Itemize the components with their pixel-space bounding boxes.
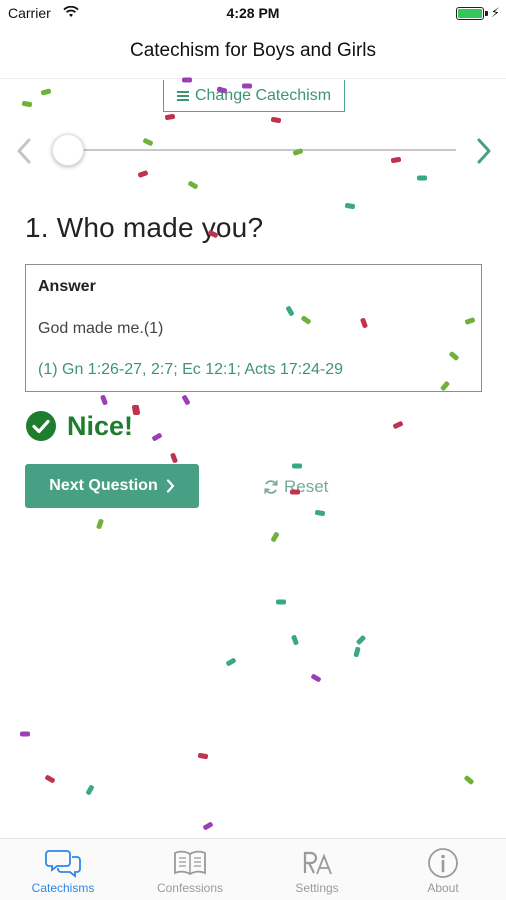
reset-label: Reset xyxy=(284,477,329,496)
confetti-piece xyxy=(292,463,302,469)
confetti-piece xyxy=(353,646,361,658)
confetti-piece xyxy=(393,421,403,429)
confetti-piece xyxy=(344,202,356,210)
confetti-piece xyxy=(152,433,162,441)
chat-bubbles-icon xyxy=(45,850,81,878)
battery-icon xyxy=(456,7,484,20)
confetti-piece xyxy=(20,731,30,737)
confetti-overlay xyxy=(20,77,475,830)
confetti-piece xyxy=(356,635,366,645)
confetti-piece xyxy=(188,181,198,189)
question-slider-track[interactable] xyxy=(68,149,456,151)
nav-divider xyxy=(0,78,506,79)
next-question-button[interactable]: Next Question xyxy=(25,464,199,508)
answer-heading: Answer xyxy=(38,278,96,295)
text-size-icon xyxy=(303,851,332,875)
confetti-piece xyxy=(226,658,236,666)
tab-settings-label: Settings xyxy=(295,881,339,895)
tab-catechisms-label: Catechisms xyxy=(31,881,95,895)
success-feedback: Nice! xyxy=(25,410,133,442)
page-title: Catechism for Boys and Girls xyxy=(129,40,377,61)
confetti-piece xyxy=(197,752,209,760)
confetti-piece xyxy=(40,88,52,96)
tab-confessions[interactable]: Confessions xyxy=(127,845,253,895)
next-question-chevron-icon[interactable] xyxy=(474,137,494,165)
scripture-references: (1) Gn 1:26-27, 2:7; Ec 12:1; Acts 17:24… xyxy=(38,361,344,378)
info-icon xyxy=(428,848,458,878)
confetti-piece xyxy=(417,175,427,181)
change-catechism-button[interactable]: Change Catechism xyxy=(163,80,345,112)
confetti-piece xyxy=(21,100,33,108)
confetti-piece xyxy=(100,395,108,405)
previous-question-chevron-icon[interactable] xyxy=(14,137,34,165)
chevron-right-icon xyxy=(166,479,174,493)
tab-bar: Catechisms Confessions Settings About xyxy=(0,838,506,900)
tab-about-label: About xyxy=(427,881,459,895)
success-text: Nice! xyxy=(67,410,134,441)
confetti-piece xyxy=(133,404,141,416)
charging-icon: ⚡ xyxy=(490,5,500,20)
checkmark-circle-icon xyxy=(26,411,56,441)
confetti-piece xyxy=(276,599,286,605)
refresh-icon xyxy=(264,480,278,494)
tab-confessions-label: Confessions xyxy=(156,881,224,895)
tab-catechisms[interactable]: Catechisms xyxy=(0,845,126,895)
confetti-piece xyxy=(390,156,402,164)
confetti-piece xyxy=(291,635,299,645)
confetti-piece xyxy=(45,775,55,783)
confetti-piece xyxy=(182,395,190,405)
battery-cap xyxy=(485,11,488,16)
confetti-piece xyxy=(270,116,282,124)
answer-text: God made me.(1) xyxy=(38,320,164,337)
confetti-piece xyxy=(271,532,279,542)
change-catechism-label: Change Catechism xyxy=(194,86,332,104)
question-slider-thumb[interactable] xyxy=(52,134,84,166)
open-book-icon xyxy=(174,850,206,876)
confetti-piece xyxy=(464,775,474,785)
status-time: 4:28 PM xyxy=(226,5,280,21)
menu-icon xyxy=(176,90,189,101)
confetti-piece xyxy=(311,674,321,682)
next-question-label: Next Question xyxy=(49,477,158,494)
confetti-piece xyxy=(203,822,213,830)
question-text: 1. Who made you? xyxy=(25,212,264,243)
confetti-piece xyxy=(86,785,94,795)
confetti-piece xyxy=(170,453,178,463)
tab-about[interactable]: About xyxy=(380,845,506,895)
confetti-piece xyxy=(314,509,326,517)
status-bar: Carrier 4:28 PM ⚡ xyxy=(0,0,506,28)
answer-box: Answer God made me.(1) (1) Gn 1:26-27, 2… xyxy=(25,264,482,392)
reset-button[interactable]: Reset xyxy=(262,477,328,497)
confetti-piece xyxy=(164,113,176,121)
tab-settings[interactable]: Settings xyxy=(254,845,380,895)
confetti-piece xyxy=(138,170,148,178)
confetti-piece xyxy=(96,519,104,529)
confetti-piece xyxy=(143,138,153,146)
